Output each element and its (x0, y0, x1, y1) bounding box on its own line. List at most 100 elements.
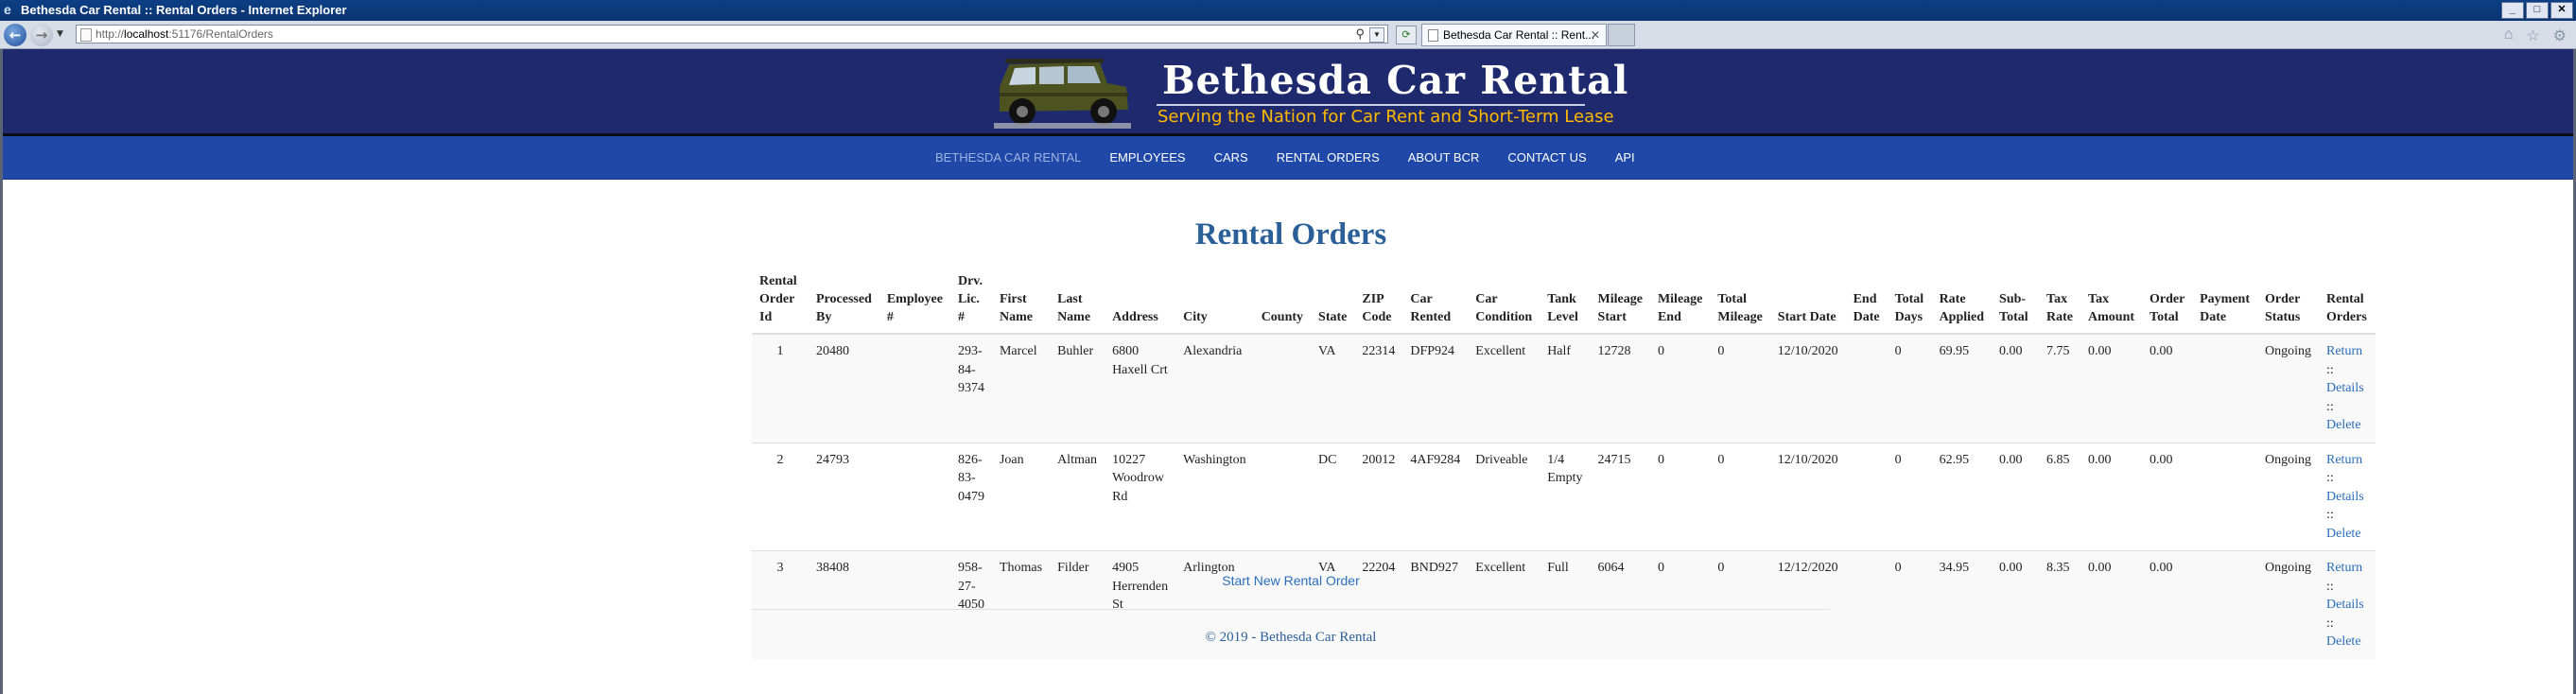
table-cell: Excellent (1468, 333, 1540, 442)
table-cell (2192, 333, 2257, 442)
column-header: Tank Level (1540, 267, 1591, 335)
brand-tagline: Serving the Nation for Car Rent and Shor… (1157, 107, 1614, 127)
column-header: Drv. Lic. # (949, 267, 992, 335)
return-link[interactable]: Return (2326, 344, 2362, 358)
table-row: 1 20480 293-84-9374 Marcel Buhler 6800 Haxell… (752, 333, 2376, 442)
browser-tab[interactable]: Bethesda Car Rental :: Rent... ✕ (1421, 24, 1607, 46)
details-link[interactable]: Details (2326, 381, 2364, 395)
tab-close-icon[interactable]: ✕ (1591, 25, 1600, 45)
nav-item-cars[interactable]: CARS (1214, 150, 1248, 165)
address-dropdown-icon[interactable]: ▼ (1369, 27, 1384, 43)
table-cell: 20480 (809, 333, 879, 442)
column-header: State (1311, 267, 1355, 335)
brand-divider (1157, 104, 1585, 106)
start-new-order-container: Start New Rental Order (3, 573, 2576, 588)
start-new-rental-order-link[interactable]: Start New Rental Order (1222, 573, 1360, 588)
table-cell: 1 (752, 333, 809, 442)
refresh-icon[interactable]: ⟳ (1396, 26, 1417, 44)
forward-icon[interactable]: → (30, 24, 53, 46)
search-icon[interactable]: ⚲ (1355, 26, 1365, 43)
brand-name: Bethesda Car Rental (1162, 58, 1629, 103)
column-header: Total Days (1887, 267, 1932, 335)
table-cell: 0 (1710, 442, 1770, 551)
url-path: :51176/RentalOrders (168, 27, 273, 41)
nav-item-employees[interactable]: EMPLOYEES (1109, 150, 1185, 165)
table-cell: Buhler (1050, 333, 1105, 442)
column-header: Mileage End (1649, 267, 1711, 335)
column-header: End Date (1845, 267, 1888, 335)
browser-command-icons: ⌂ ☆ ⚙ (2504, 26, 2567, 45)
back-icon[interactable]: ← (4, 24, 26, 46)
table-cell: 0.00 (2142, 442, 2193, 551)
table-cell (879, 442, 950, 551)
url-host: localhost (124, 27, 169, 41)
nav-item-contact[interactable]: CONTACT US (1507, 150, 1586, 165)
table-cell: 1/4 Empty (1540, 442, 1591, 551)
row-actions: Return :: Details :: Delete (2319, 442, 2376, 551)
car-logo-image (994, 59, 1131, 129)
table-cell (1845, 333, 1888, 442)
window-title: Bethesda Car Rental :: Rental Orders - I… (21, 3, 347, 17)
action-separator: :: (2326, 508, 2334, 522)
table-cell: 6800 Haxell Crt (1105, 333, 1176, 442)
table-cell: 2 (752, 442, 809, 551)
column-header: Employee # (879, 267, 950, 335)
table-cell (1253, 442, 1312, 551)
nav-item-home[interactable]: BETHESDA CAR RENTAL (935, 150, 1081, 165)
table-cell: Joan (991, 442, 1051, 551)
row-actions: Return :: Details :: Delete (2319, 333, 2376, 442)
column-header: Tax Amount (2080, 267, 2143, 335)
table-cell: 12/10/2020 (1769, 333, 1846, 442)
favorites-icon[interactable]: ☆ (2526, 26, 2539, 45)
column-header: County (1253, 267, 1312, 335)
site-header: Bethesda Car Rental Serving the Nation f… (3, 49, 2573, 136)
table-cell: 293-84-9374 (949, 333, 992, 442)
settings-icon[interactable]: ⚙ (2553, 26, 2567, 45)
table-cell: 12/10/2020 (1769, 442, 1846, 551)
column-header: Order Total (2142, 267, 2193, 335)
tab-favicon-icon (1428, 29, 1438, 42)
column-header: Car Rented (1402, 267, 1469, 335)
table-cell: Marcel (991, 333, 1051, 442)
minimize-icon[interactable]: _ (2501, 2, 2524, 19)
table-cell: Half (1540, 333, 1591, 442)
table-cell: 0 (1887, 333, 1932, 442)
browser-toolbar: ← → ▼ http://localhost:51176/RentalOrder… (0, 21, 2576, 49)
new-tab-button[interactable] (1608, 24, 1635, 46)
action-separator: :: (2326, 399, 2334, 414)
page-icon (80, 28, 92, 42)
details-link[interactable]: Details (2326, 490, 2364, 504)
delete-link[interactable]: Delete (2326, 418, 2361, 432)
column-header: Sub-Total (1992, 267, 2040, 335)
column-header: Address (1105, 267, 1176, 335)
table-cell: Altman (1050, 442, 1105, 551)
rental-orders-table: Rental Order Id Processed By Employee # Drv… (752, 267, 2376, 659)
return-link[interactable]: Return (2326, 453, 2362, 467)
recent-pages-dropdown-icon[interactable]: ▼ (57, 29, 63, 39)
table-cell: DFP924 (1402, 333, 1469, 442)
details-link[interactable]: Details (2326, 598, 2364, 612)
column-header: First Name (991, 267, 1051, 335)
table-cell: Ongoing (2257, 333, 2319, 442)
footer-divider (752, 609, 1830, 610)
address-bar[interactable]: http://localhost:51176/RentalOrders ⚲ ▼ (76, 25, 1388, 43)
delete-link[interactable]: Delete (2326, 527, 2361, 541)
column-header: Car Condition (1468, 267, 1540, 335)
table-cell: 7.75 (2039, 333, 2081, 442)
column-header: Mileage Start (1590, 267, 1650, 335)
table-cell: 0 (1887, 442, 1932, 551)
table-cell: 0.00 (2142, 333, 2193, 442)
table-cell: 0.00 (2080, 442, 2143, 551)
tab-label: Bethesda Car Rental :: Rent... (1443, 28, 1595, 42)
maximize-icon[interactable]: □ (2526, 2, 2549, 19)
action-separator: :: (2326, 362, 2334, 377)
table-cell: 22314 (1354, 333, 1403, 442)
close-icon[interactable]: ✕ (2550, 2, 2573, 19)
nav-item-rental-orders[interactable]: RENTAL ORDERS (1277, 150, 1380, 165)
nav-item-api[interactable]: API (1615, 150, 1635, 165)
table-row: 2 24793 826-83-0479 Joan Altman 10227 Woodrow… (752, 442, 2376, 551)
window-controls: _ □ ✕ (2501, 2, 2573, 19)
home-icon[interactable]: ⌂ (2504, 26, 2514, 45)
table-cell: 0 (1649, 333, 1711, 442)
nav-item-about[interactable]: ABOUT BCR (1408, 150, 1480, 165)
